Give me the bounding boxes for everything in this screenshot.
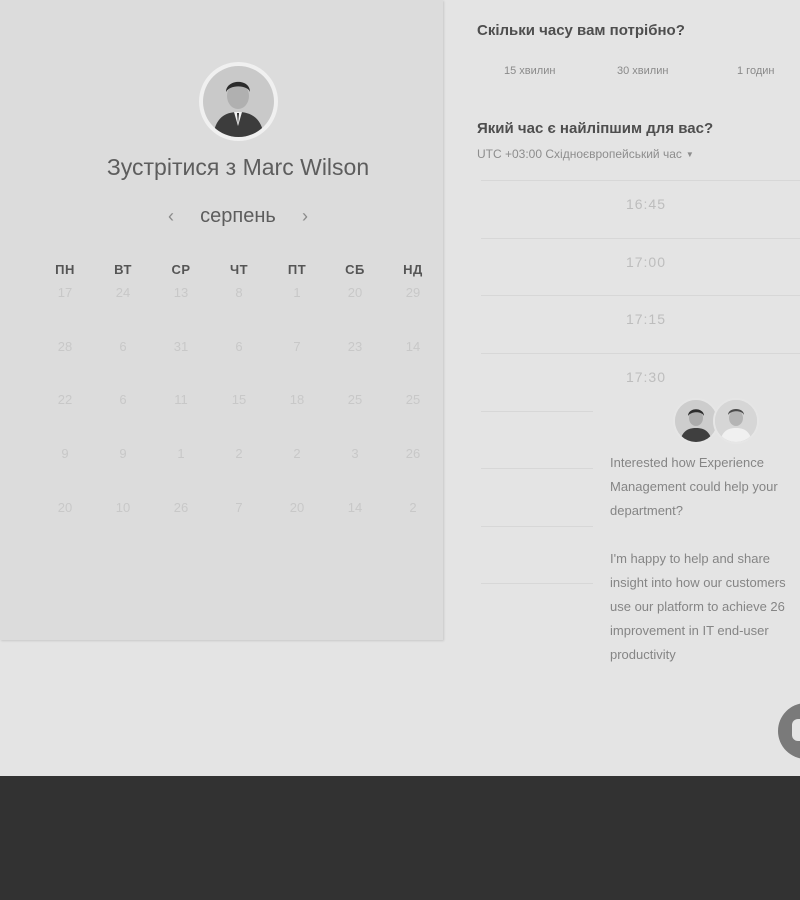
calendar-day[interactable]: 3 [326, 446, 384, 461]
time-slot[interactable] [481, 583, 593, 629]
time-slot[interactable] [481, 526, 593, 572]
host-avatar [199, 62, 278, 141]
calendar-day[interactable]: 25 [384, 392, 442, 407]
duration-question: Скільки часу вам потрібно? [477, 22, 685, 39]
time-slot[interactable]: 17:15 [481, 295, 800, 341]
calendar-day[interactable]: 20 [326, 285, 384, 300]
chat-message-line: I'm happy to help and share insight into… [610, 551, 786, 662]
calendar-day[interactable]: 2 [268, 446, 326, 461]
caret-down-icon: ▼ [685, 150, 694, 160]
calendar-week: 17 24 13 8 1 20 29 [36, 285, 442, 300]
duration-option-15[interactable]: 15 хвилин [504, 65, 555, 77]
calendar-week: 20 10 26 7 20 14 2 [36, 500, 442, 515]
time-slot[interactable] [481, 468, 593, 514]
calendar-day[interactable]: 6 [94, 339, 152, 354]
timezone-value: UTC +03:00 Східноєвропейський час [477, 147, 682, 161]
next-month-icon[interactable]: › [294, 206, 316, 227]
duration-option-30[interactable]: 30 хвилин [617, 65, 668, 77]
calendar-day[interactable]: 6 [210, 339, 268, 354]
calendar-day[interactable]: 31 [152, 339, 210, 354]
chat-agents[interactable] [673, 398, 763, 446]
weekday-label: ВТ [114, 262, 132, 277]
calendar-day[interactable]: 7 [268, 339, 326, 354]
calendar-day[interactable]: 20 [268, 500, 326, 515]
month-label: серпень [200, 204, 276, 227]
agent-photo-icon [715, 400, 757, 442]
chat-message-line: Interested how Experience Management cou… [610, 455, 778, 518]
weekday-label: СБ [345, 262, 365, 277]
calendar-day[interactable]: 14 [384, 339, 442, 354]
meeting-title-prefix: Зустрітися з [106, 154, 237, 180]
page-footer [0, 776, 800, 900]
time-slot[interactable] [481, 411, 593, 457]
agent-avatar [713, 398, 759, 444]
duration-option-60[interactable]: 1 годин [737, 65, 774, 77]
calendar-day[interactable]: 18 [268, 392, 326, 407]
weekday-label: ПТ [287, 262, 307, 277]
chat-message: Interested how Experience Management cou… [610, 451, 800, 667]
calendar-day[interactable]: 22 [36, 392, 94, 407]
calendar-day[interactable]: 6 [94, 392, 152, 407]
weekday-label: ПН [55, 262, 75, 277]
chat-bubble-icon [792, 719, 800, 741]
calendar-day[interactable]: 10 [94, 500, 152, 515]
calendar-day[interactable]: 25 [326, 392, 384, 407]
calendar-day[interactable]: 1 [152, 446, 210, 461]
calendar-panel: Зустрітися з Marc Wilson ‹ серпень › ПН … [0, 0, 443, 640]
calendar-week: 28 6 31 6 7 23 14 [36, 339, 442, 354]
calendar-day[interactable]: 20 [36, 500, 94, 515]
calendar-day[interactable]: 8 [210, 285, 268, 300]
calendar-day[interactable]: 15 [210, 392, 268, 407]
calendar-week: 9 9 1 2 2 3 26 [36, 446, 442, 461]
calendar-day[interactable]: 24 [94, 285, 152, 300]
agent-photo-icon [675, 400, 717, 442]
weekday-label: НД [403, 262, 423, 277]
calendar-day[interactable]: 9 [36, 446, 94, 461]
calendar-day[interactable]: 2 [384, 500, 442, 515]
calendar-day[interactable]: 7 [210, 500, 268, 515]
host-photo-icon [203, 66, 274, 137]
timezone-select[interactable]: UTC +03:00 Східноєвропейський час ▼ [477, 147, 694, 161]
time-slot[interactable]: 17:00 [481, 238, 800, 284]
weekday-label: СР [171, 262, 191, 277]
time-question: Який час є найліпшим для вас? [477, 120, 714, 137]
calendar-day[interactable]: 29 [384, 285, 442, 300]
weekday-label: ЧТ [229, 262, 249, 277]
calendar-day[interactable]: 17 [36, 285, 94, 300]
calendar-day[interactable]: 1 [268, 285, 326, 300]
calendar-day[interactable]: 23 [326, 339, 384, 354]
time-slot[interactable]: 17:30 [481, 353, 800, 399]
calendar-day[interactable]: 14 [326, 500, 384, 515]
calendar-day[interactable]: 26 [152, 500, 210, 515]
calendar-day[interactable]: 26 [384, 446, 442, 461]
meeting-title: Зустрітися з Marc Wilson [0, 154, 476, 181]
calendar-day[interactable]: 13 [152, 285, 210, 300]
calendar-day[interactable]: 11 [152, 392, 210, 407]
host-name: Marc Wilson [242, 154, 370, 180]
prev-month-icon[interactable]: ‹ [160, 206, 182, 227]
time-slot[interactable]: 16:45 [481, 180, 800, 226]
month-navigator: ‹ серпень › [160, 201, 316, 231]
calendar-day[interactable]: 9 [94, 446, 152, 461]
calendar-day[interactable]: 28 [36, 339, 94, 354]
weekday-header: ПН ВТ СР ЧТ ПТ СБ НД [36, 262, 442, 277]
calendar-week: 22 6 11 15 18 25 25 [36, 392, 442, 407]
calendar-day[interactable]: 2 [210, 446, 268, 461]
